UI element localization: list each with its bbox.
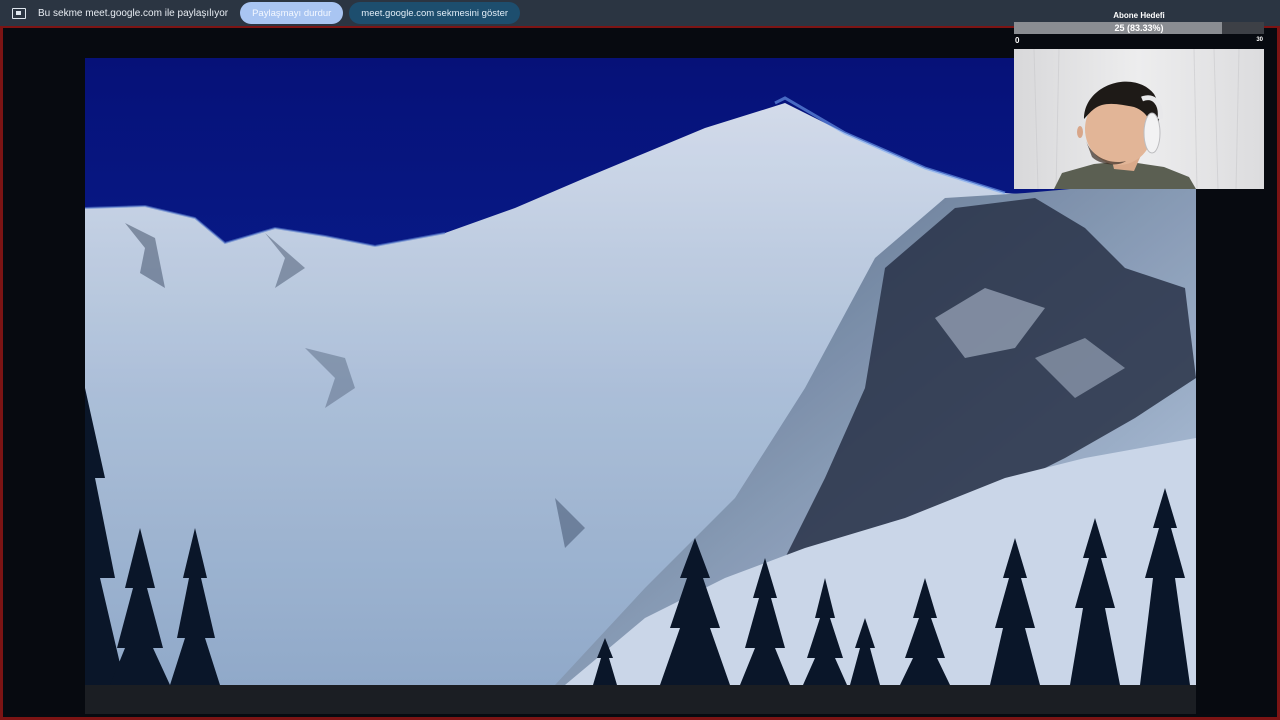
subscriber-goal-progress-text: 25 (83.33%) (1114, 23, 1164, 33)
webcam-feed (1014, 49, 1264, 189)
screen-share-icon (12, 7, 26, 19)
subscriber-goal-progress-bar: 25 (83.33%) (1014, 22, 1264, 34)
show-meet-tab-button[interactable]: meet.google.com sekmesini göster (349, 2, 521, 24)
stop-sharing-button[interactable]: Paylaşmayı durdur (240, 2, 344, 24)
subscriber-goal-title: Abone Hedefi (1113, 11, 1165, 20)
subscriber-goal-max: 30 (1256, 37, 1263, 43)
sharing-message: Bu sekme meet.google.com ile paylaşılıyo… (38, 7, 229, 19)
subscriber-goal-min: 0 (1015, 36, 1020, 45)
bottom-strip (85, 685, 1196, 714)
